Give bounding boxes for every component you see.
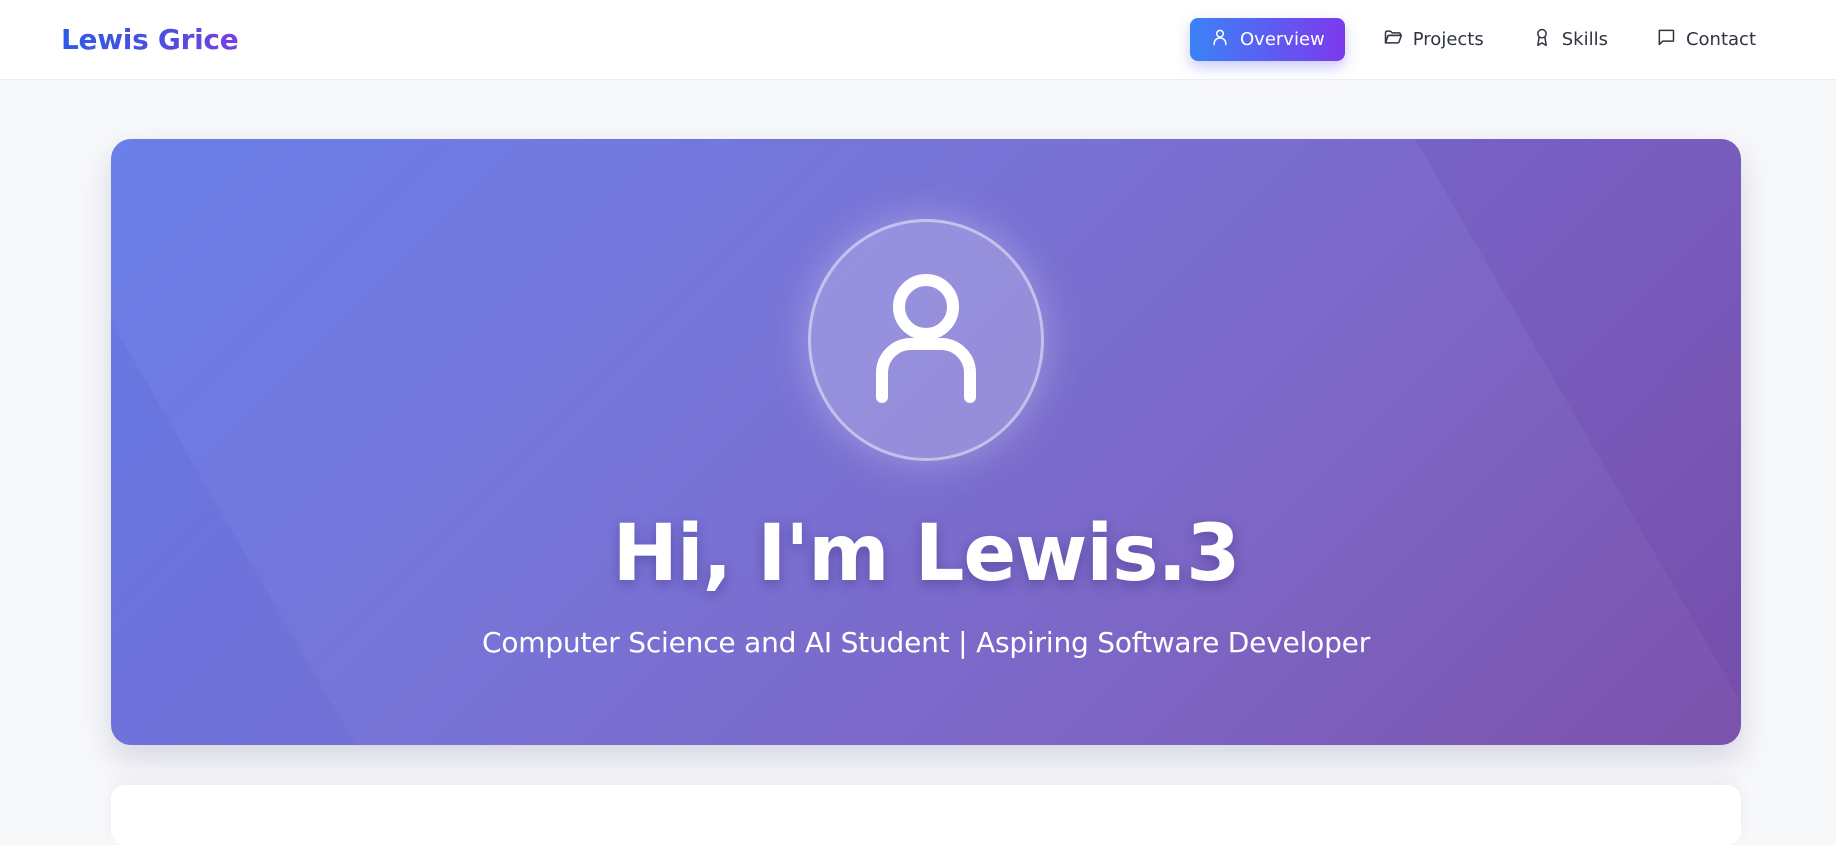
content-card	[111, 785, 1741, 845]
nav-item-label: Skills	[1561, 29, 1608, 50]
hero-title: Hi, I'm Lewis.3	[612, 509, 1241, 599]
user-icon	[871, 273, 981, 408]
message-square-icon	[1656, 27, 1676, 52]
hero-card: Hi, I'm Lewis.3 Computer Science and AI …	[111, 139, 1741, 745]
nav-item-label: Projects	[1412, 29, 1484, 50]
hero-subtitle: Computer Science and AI Student | Aspiri…	[481, 626, 1371, 659]
avatar	[808, 219, 1044, 461]
nav-item-label: Overview	[1240, 29, 1325, 50]
site-brand[interactable]: Lewis Grice	[61, 23, 239, 56]
main-nav: Overview Projects Skills Contact	[1190, 18, 1776, 61]
award-icon	[1532, 27, 1552, 52]
nav-item-overview[interactable]: Overview	[1190, 18, 1345, 61]
top-navbar: Lewis Grice Overview Projects Skills Con…	[0, 0, 1836, 80]
nav-item-skills[interactable]: Skills	[1512, 18, 1628, 61]
nav-item-contact[interactable]: Contact	[1636, 18, 1776, 61]
nav-item-label: Contact	[1685, 29, 1756, 50]
user-icon	[1210, 27, 1230, 52]
hero-content: Hi, I'm Lewis.3 Computer Science and AI …	[111, 139, 1741, 745]
nav-item-projects[interactable]: Projects	[1363, 18, 1504, 61]
folder-icon	[1383, 27, 1403, 52]
